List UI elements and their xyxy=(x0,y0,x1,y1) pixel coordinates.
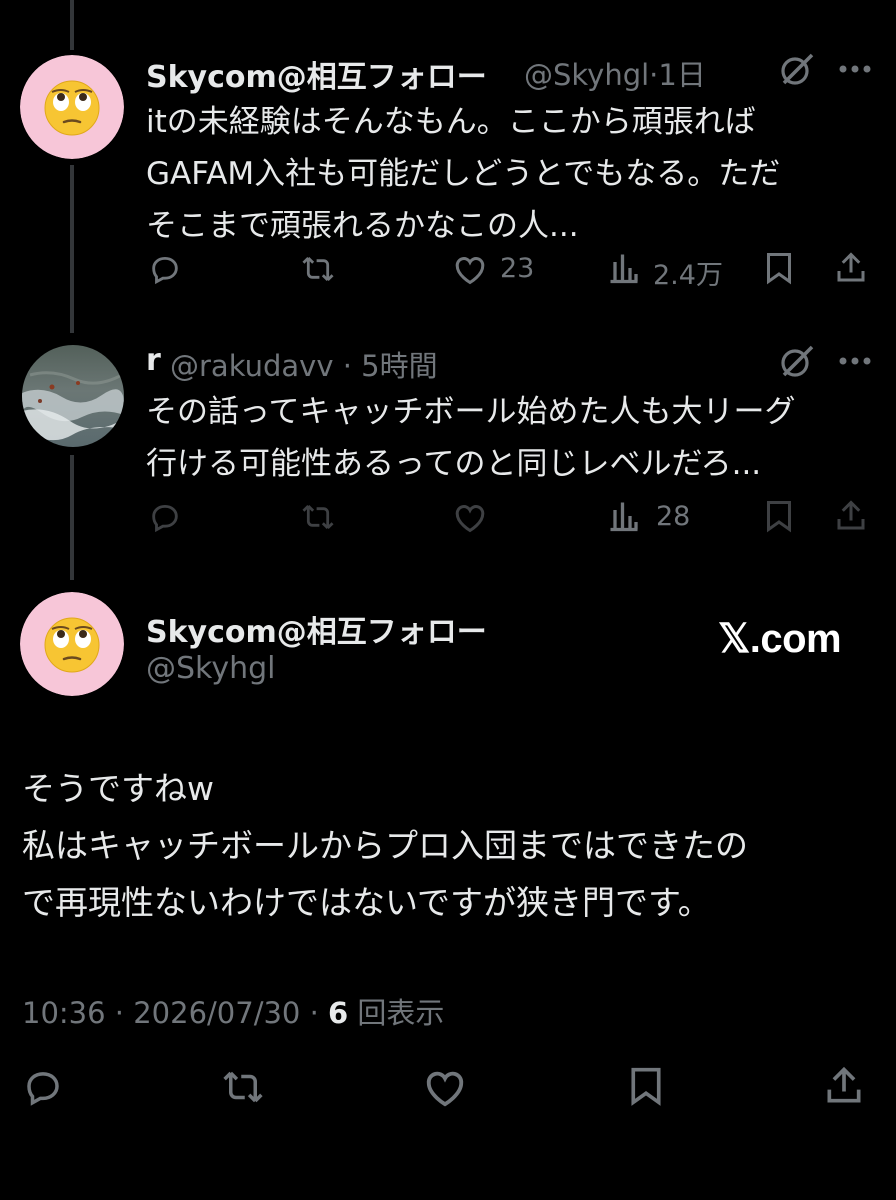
reply-icon[interactable] xyxy=(148,500,182,534)
like-icon[interactable] xyxy=(452,252,488,286)
reply1-handle-time[interactable]: @Skyhgl·1日 xyxy=(524,52,706,94)
repost-icon[interactable] xyxy=(300,500,336,534)
view-count-label: 回表示 xyxy=(348,996,445,1030)
face-rolling-eyes-emoji-icon xyxy=(20,592,124,696)
more-options-icon[interactable] xyxy=(838,356,872,366)
reply2-text-line: 行ける可能性あるってのと同じレベルだろ... xyxy=(146,446,762,482)
x-com-watermark: 𝕏.com xyxy=(718,617,842,661)
views-icon[interactable] xyxy=(606,498,642,534)
like-icon[interactable] xyxy=(452,500,488,534)
avatar-skycom-main[interactable] xyxy=(20,592,124,696)
main-display-name[interactable]: Skycom@相互フォロー xyxy=(146,607,487,651)
repost-icon[interactable] xyxy=(300,252,336,286)
view-count[interactable]: 6 xyxy=(328,996,348,1030)
like-icon[interactable] xyxy=(422,1066,468,1108)
grok-icon[interactable] xyxy=(778,50,816,88)
more-options-icon[interactable] xyxy=(838,64,872,74)
post-timestamp: 10:36 · 2026/07/30 · 6 回表示 xyxy=(22,990,444,1032)
views-icon[interactable] xyxy=(606,250,642,286)
bookmark-icon[interactable] xyxy=(626,1064,666,1108)
sea-waves-photo-icon xyxy=(22,345,124,447)
bookmark-icon[interactable] xyxy=(762,250,796,286)
thread-line-bottom xyxy=(70,455,74,580)
reply2-view-count: 28 xyxy=(656,501,691,532)
reply1-view-count: 2.4万 xyxy=(653,260,723,291)
main-text-line: で再現性ないわけではないですが狭き門です。 xyxy=(22,883,711,922)
main-text-line: 私はキャッチボールからプロ入団まではできたの xyxy=(22,826,748,865)
grok-icon[interactable] xyxy=(778,342,816,380)
reply2-text-line: その話ってキャッチボール始めた人も大リーグ xyxy=(146,394,796,430)
thread-line-middle xyxy=(70,165,74,333)
face-rolling-eyes-emoji-icon xyxy=(20,55,124,159)
bookmark-icon[interactable] xyxy=(762,498,796,534)
timestamp-text: 10:36 · 2026/07/30 · xyxy=(22,996,329,1030)
share-icon[interactable] xyxy=(833,498,869,534)
reply2-handle-time[interactable]: @rakudavv · 5時間 xyxy=(170,343,438,385)
thread-line-top xyxy=(70,0,74,50)
share-icon[interactable] xyxy=(822,1064,866,1108)
main-text-line: そうですねw xyxy=(22,769,214,808)
reply-icon[interactable] xyxy=(22,1066,64,1108)
reply1-text-line: そこまで頑張れるかなこの人... xyxy=(146,208,579,244)
repost-icon[interactable] xyxy=(220,1066,266,1108)
reply-icon[interactable] xyxy=(148,252,182,286)
avatar-skycom[interactable] xyxy=(20,55,124,159)
reply1-display-name[interactable]: Skycom@相互フォロー xyxy=(146,52,487,96)
avatar-r[interactable] xyxy=(22,345,124,447)
reply2-text: その話ってキャッチボール始めた人も大リーグ 行ける可能性あるってのと同じレベルだ… xyxy=(146,386,795,490)
main-text: そうですねw 私はキャッチボールからプロ入団まではできたの で再現性ないわけでは… xyxy=(22,760,748,931)
share-icon[interactable] xyxy=(833,250,869,286)
reply1-like-count: 23 xyxy=(500,253,535,284)
reply1-text: itの未経験はそんなもん。ここから頑張れば GAFAM入社も可能だしどうとでもな… xyxy=(146,96,780,252)
main-handle[interactable]: @Skyhgl xyxy=(146,651,276,686)
reply1-text-line: itの未経験はそんなもん。ここから頑張れば xyxy=(146,104,756,140)
reply2-display-name[interactable]: r xyxy=(146,343,161,378)
reply1-text-line: GAFAM入社も可能だしどうとでもなる。ただ xyxy=(146,156,781,192)
